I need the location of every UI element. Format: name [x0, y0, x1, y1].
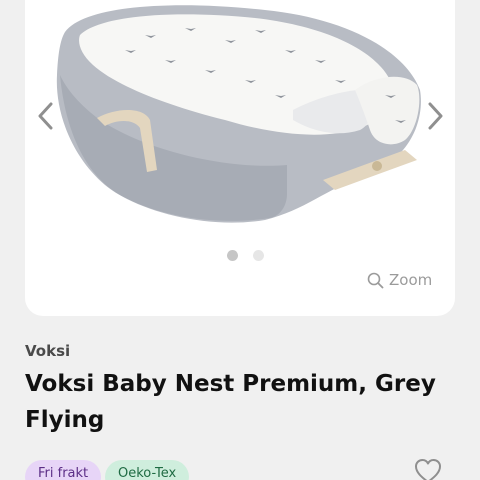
zoom-button[interactable]: Zoom [367, 269, 432, 291]
gallery-dot-2[interactable] [253, 250, 264, 261]
heart-outline-icon[interactable] [413, 457, 443, 480]
chevron-right-icon[interactable] [420, 98, 450, 134]
tag-oeko-tex: Oeko-Tex [105, 460, 190, 480]
gallery-pagination [227, 250, 267, 262]
magnifier-icon [367, 272, 384, 288]
tag-free-shipping: Fri frakt [25, 460, 102, 480]
gallery-dot-1[interactable] [227, 250, 238, 261]
chevron-left-icon[interactable] [31, 98, 61, 134]
product-title: Voksi Baby Nest Premium, Grey Flying [25, 371, 436, 433]
zoom-label: Zoom [389, 271, 433, 289]
product-brand[interactable]: Voksi [25, 342, 70, 360]
